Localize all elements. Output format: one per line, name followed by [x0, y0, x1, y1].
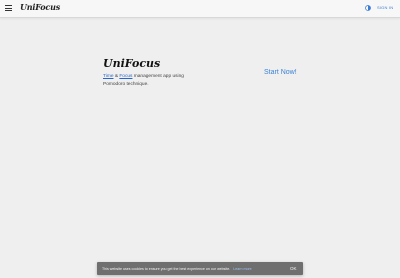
cookie-ok-button[interactable]: OK — [290, 266, 297, 271]
cookie-consent-bar: This website uses cookies to ensure you … — [97, 262, 303, 275]
hero-title: UniFocus — [103, 57, 161, 70]
focus-link[interactable]: Focus — [119, 74, 132, 79]
brand-logo[interactable]: UniFocus — [20, 2, 60, 12]
cookie-message: This website uses cookies to ensure you … — [102, 267, 252, 271]
app-bar: UniFocus SIGN IN — [0, 0, 400, 18]
hero-description: Time & Focus management app using Pomodo… — [103, 73, 193, 88]
time-link[interactable]: Time — [103, 74, 113, 79]
sign-in-button[interactable]: SIGN IN — [377, 5, 393, 10]
learn-more-link[interactable]: Learn more — [233, 267, 251, 271]
theme-toggle-icon[interactable] — [365, 5, 371, 11]
start-now-button[interactable]: Start Now! — [264, 69, 297, 76]
cookie-text: This website uses cookies to ensure you … — [102, 266, 231, 271]
menu-icon[interactable] — [5, 5, 12, 11]
